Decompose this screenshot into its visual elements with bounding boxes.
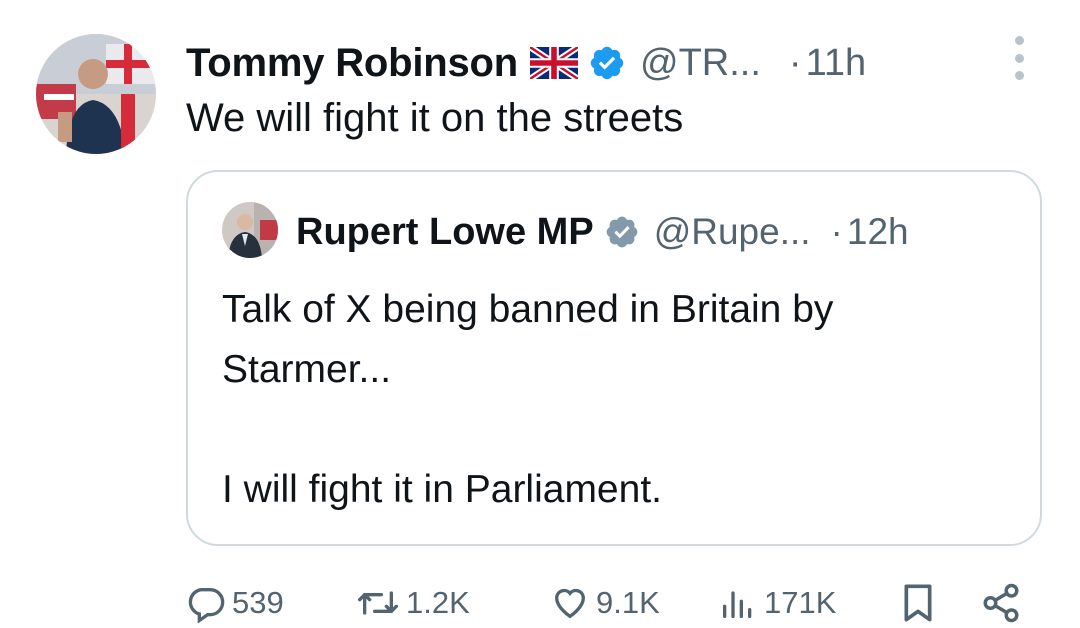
reply-button[interactable]: 539 (186, 578, 284, 628)
like-icon (550, 583, 590, 623)
tweet-header: Tommy Robinson @TR... · 11h (186, 34, 866, 92)
quoted-paragraph: Talk of X being banned in Britain by Sta… (222, 288, 834, 391)
share-button[interactable] (980, 578, 1022, 628)
quoted-tweet-card[interactable]: Rupert Lowe MP @Rupe... · 12h Talk of X … (186, 170, 1042, 546)
quoted-tweet-text: Talk of X being banned in Britain by Sta… (222, 280, 1002, 520)
repost-icon (356, 583, 400, 623)
tweet-text: We will fight it on the streets (186, 96, 684, 140)
view-count: 171K (764, 585, 837, 620)
quoted-tweet-timestamp[interactable]: 12h (847, 211, 909, 253)
author-handle[interactable]: @TR... (640, 42, 761, 85)
union-jack-flag-icon (530, 47, 579, 79)
author-name[interactable]: Tommy Robinson (186, 41, 518, 86)
bookmark-icon (898, 581, 938, 625)
share-icon (980, 582, 1022, 624)
quoted-author-name[interactable]: Rupert Lowe MP (296, 211, 594, 254)
views-button[interactable]: 171K (718, 578, 836, 628)
repost-button[interactable]: 1.2K (356, 578, 470, 628)
separator-dot: · (788, 41, 802, 84)
reply-count: 539 (232, 585, 284, 620)
verified-badge-icon[interactable] (604, 214, 640, 250)
tweet-timestamp[interactable]: 11h (806, 42, 867, 85)
author-avatar[interactable] (36, 34, 156, 154)
quoted-paragraph: I will fight it in Parliament. (222, 468, 662, 511)
quoted-author-avatar[interactable] (222, 202, 278, 258)
like-count: 9.1K (596, 585, 660, 620)
separator-dot: · (830, 211, 843, 252)
repost-count: 1.2K (406, 585, 470, 620)
quoted-tweet-header: Rupert Lowe MP @Rupe... · 12h (296, 204, 909, 260)
views-icon (718, 583, 758, 623)
verified-badge-icon[interactable] (588, 44, 626, 82)
tweet-action-bar: 539 1.2K 9.1K 171K (0, 578, 1080, 628)
quoted-author-handle[interactable]: @Rupe... (654, 211, 811, 253)
bookmark-button[interactable] (898, 578, 938, 628)
more-options-icon[interactable] (1010, 36, 1028, 80)
reply-icon (186, 583, 226, 623)
like-button[interactable]: 9.1K (550, 578, 660, 628)
